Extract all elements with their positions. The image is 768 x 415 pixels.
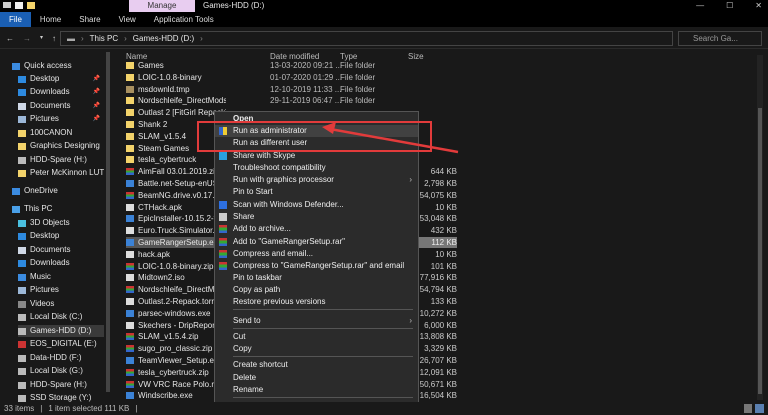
selection-info: 1 item selected 111 KB (48, 404, 130, 413)
annotation-arrow (322, 122, 459, 154)
item-count: 33 items (4, 404, 35, 413)
status-separator: | (135, 404, 138, 413)
details-view-icon[interactable] (744, 404, 752, 413)
large-icons-view-icon[interactable] (755, 404, 764, 413)
status-bar: 33 items | 1 item selected 111 KB | (0, 402, 768, 415)
status-separator: | (40, 404, 43, 413)
